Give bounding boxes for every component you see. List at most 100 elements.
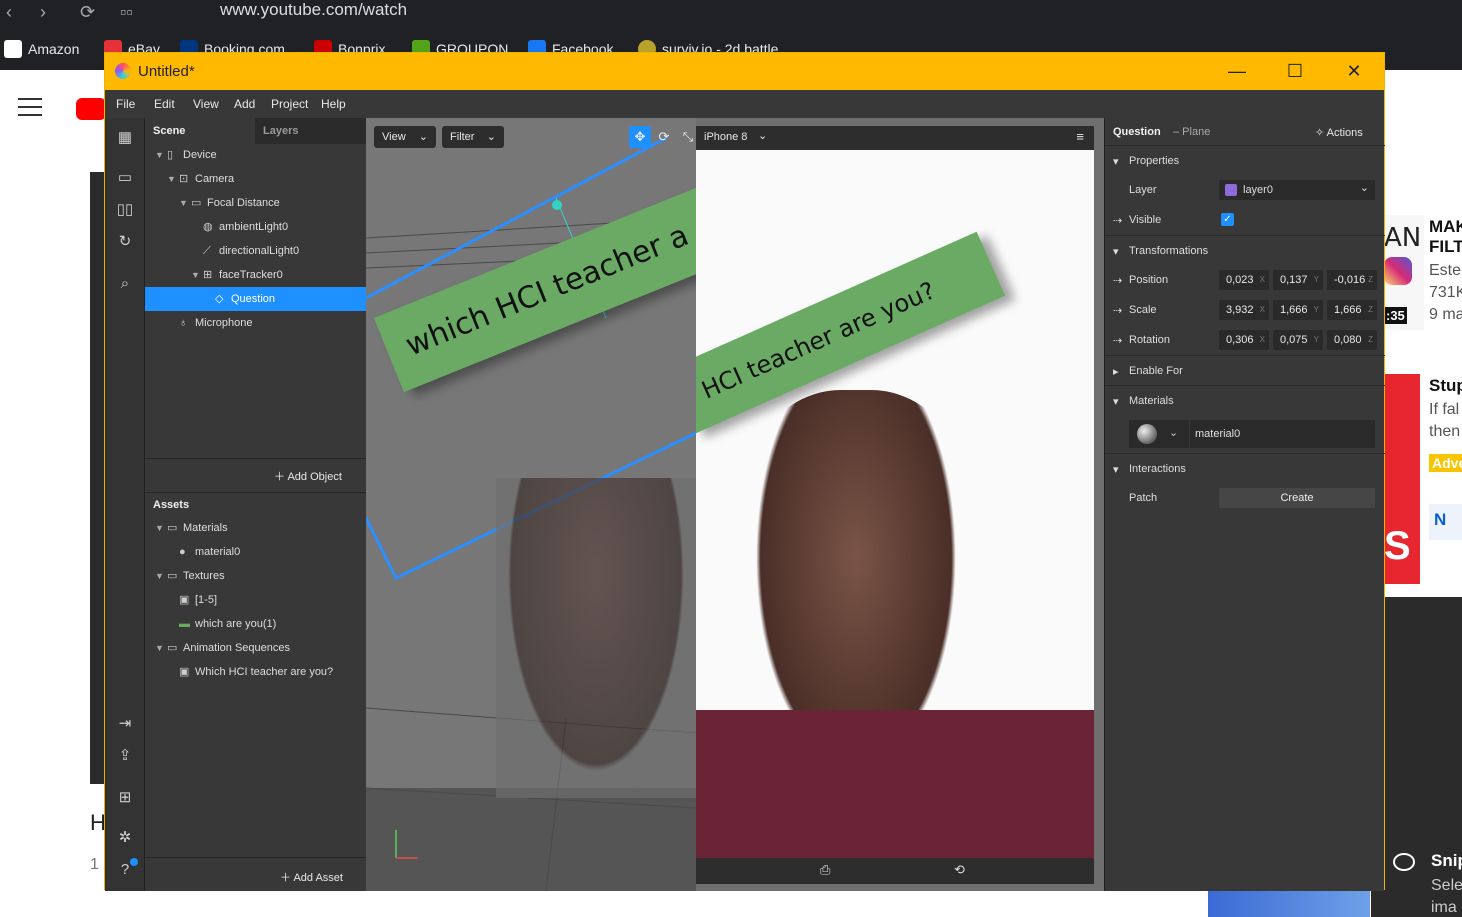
actions-button[interactable]: ✧ Actions [1315,126,1363,139]
menu-file[interactable]: File [116,97,135,111]
caret-right-icon: ▸ [1113,366,1119,378]
tree-item-question[interactable]: ◇ Question [203,287,275,311]
position-z-field[interactable]: -0,016 Z [1327,270,1377,290]
rotation-row: ⇢ Rotation 0,306 X 0,075 Y 0,080 Z [1105,325,1385,355]
rec-views: 731K [1429,284,1462,301]
scale-row: ⇢ Scale 3,932 X 1,666 Y 1,666 Z [1105,295,1385,325]
tree-item-animation-sequences[interactable]: ▼ ▭ Animation Sequences [155,636,290,660]
scale-y-field[interactable]: 1,666 Y [1273,300,1323,320]
device-simulator[interactable]: HCI teacher are you? [696,150,1094,858]
close-icon[interactable]: ✕ [1334,61,1374,82]
menu-icon[interactable] [18,98,42,122]
device-selector[interactable]: iPhone 8 [704,131,747,143]
tree-item-textures[interactable]: ▼ ▭ Textures [155,564,225,588]
tree-item-material0[interactable]: ● material0 [179,540,240,564]
simulator-menu-icon[interactable]: ≡ [1076,129,1084,144]
tree-item-device[interactable]: ▼ ▯ Device [155,143,217,167]
camera-switch-icon[interactable]: ⎙ [820,862,830,878]
tab-scene[interactable]: Scene [145,118,255,144]
rotate-device-icon[interactable]: ⟲ [954,862,965,878]
rotation-z-field[interactable]: 0,080 Z [1327,330,1377,350]
viewport[interactable]: which HCI teacher a View ⌄ Filter ⌄ ✥ ⟳ … [366,118,1104,891]
back-icon[interactable]: ‹ [6,2,12,23]
enable-for-section[interactable]: ▸ Enable For [1105,355,1385,385]
rec-action-button[interactable]: N [1429,504,1462,540]
rotate-tool-icon[interactable]: ⟳ [653,126,675,148]
tree-item-materials[interactable]: ▼ ▭ Materials [155,516,228,540]
tree-item-animation[interactable]: ▣ Which HCI teacher are you? [179,660,333,684]
tree-item-camera[interactable]: ▼ ⊡ Camera [167,167,234,191]
rec-title[interactable]: MAK [1429,217,1462,237]
keyframe-icon[interactable]: ⇢ [1113,304,1122,317]
materials-section[interactable]: ▾ Materials [1105,385,1385,415]
keyframe-icon[interactable]: ⇢ [1113,334,1122,347]
layer-select[interactable]: layer0 ⌄ [1219,180,1375,200]
snip-icon [1393,853,1415,871]
bug-icon[interactable]: ✲ [115,828,135,848]
rotation-x-field[interactable]: 0,306 X [1219,330,1269,350]
video-thumbnail[interactable] [1208,890,1370,917]
scale-x-field[interactable]: 3,932 X [1219,300,1269,320]
view-dropdown[interactable]: View ⌄ [374,126,436,148]
menu-view[interactable]: View [193,97,219,111]
maximize-icon[interactable]: ☐ [1275,61,1315,82]
scale-z-field[interactable]: 1,666 Z [1327,300,1377,320]
address-bar[interactable]: www.youtube.com/watch [220,0,407,20]
minimize-icon[interactable]: — [1217,61,1257,82]
tracker-icon: ⊞ [203,269,213,281]
interactions-section[interactable]: ▾ Interactions [1105,453,1385,483]
caret-down-icon: ▾ [1113,246,1119,258]
video-icon[interactable]: ▭ [115,168,135,188]
material-select[interactable]: ⌄ material0 [1129,420,1375,448]
forward-icon[interactable]: › [40,2,46,23]
keyframe-icon[interactable]: ⇢ [1113,214,1122,227]
create-patch-button[interactable]: Create [1219,488,1375,508]
menu-add[interactable]: Add [234,97,255,111]
tabs-icon[interactable]: ▫▫ [120,2,133,23]
rec-channel: Este [1429,262,1462,279]
image-icon: ▣ [179,594,190,606]
chevron-down-icon[interactable]: ⌄ [758,129,767,142]
share-icon[interactable]: ⇪ [115,746,135,766]
layout-icon[interactable]: ▦ [115,128,135,148]
rec-title-line2[interactable]: FILT [1429,237,1462,257]
menu-project[interactable]: Project [271,97,308,111]
visible-checkbox[interactable]: ✓ [1221,213,1234,226]
restart-icon[interactable]: ↻ [115,232,135,252]
recommendation-1[interactable]: AN :35 MAK FILT Este 731K 9 ma [1384,215,1462,330]
reload-icon[interactable]: ⟳ [80,2,95,23]
tab-layers[interactable]: Layers [255,118,365,144]
add-asset-button[interactable]: ＋ Add Asset [280,869,343,885]
browser-toolbar: ‹ › ⟳ ▫▫ www.youtube.com/watch [0,0,1462,30]
rec-title[interactable]: Stup [1429,376,1462,396]
search-icon[interactable]: ⌕ [115,274,135,294]
rotation-y-field[interactable]: 0,075 Y [1273,330,1323,350]
menu-help[interactable]: Help [321,97,346,111]
keyframe-icon[interactable]: ⇢ [1113,274,1122,287]
bookmark-amazon[interactable]: Amazon [4,40,79,58]
tree-item-microphone[interactable]: ♁ Microphone [167,311,252,335]
tree-item-texture-which[interactable]: ▬ which are you(1) [179,612,276,636]
add-object-button[interactable]: ＋ Add Object [274,468,342,484]
video-views: 1 [90,856,99,873]
tree-item-face-tracker[interactable]: ▼ ⊞ faceTracker0 [191,263,283,287]
send-to-device-icon[interactable]: ⇥ [115,714,135,734]
transformations-section[interactable]: ▾ Transformations [1105,235,1385,265]
filter-dropdown[interactable]: Filter ⌄ [442,126,504,148]
pause-icon[interactable]: ▯▯ [115,200,135,220]
properties-section[interactable]: ▾ Properties [1105,145,1385,175]
export-icon[interactable]: ⊞ [115,788,135,808]
tree-item-directional-light[interactable]: ⟋ directionalLight0 [191,239,299,263]
position-y-field[interactable]: 0,137 Y [1273,270,1323,290]
tree-item-texture-sequence[interactable]: ▣ [1-5] [179,588,217,612]
menu-edit[interactable]: Edit [154,97,175,111]
simulator-toolbar: iPhone 8 ⌄ ≡ [696,126,1094,150]
position-x-field[interactable]: 0,023 X [1219,270,1269,290]
divider [145,857,366,858]
youtube-logo[interactable] [76,98,106,120]
tree-item-ambient-light[interactable]: ◍ ambientLight0 [191,215,288,239]
recommendation-2[interactable]: S Stup If fal then Adve N [1384,374,1462,584]
move-tool-icon[interactable]: ✥ [629,126,651,148]
rec-age: 9 ma [1429,306,1462,323]
tree-item-focal-distance[interactable]: ▼ ▭ Focal Distance [179,191,280,215]
